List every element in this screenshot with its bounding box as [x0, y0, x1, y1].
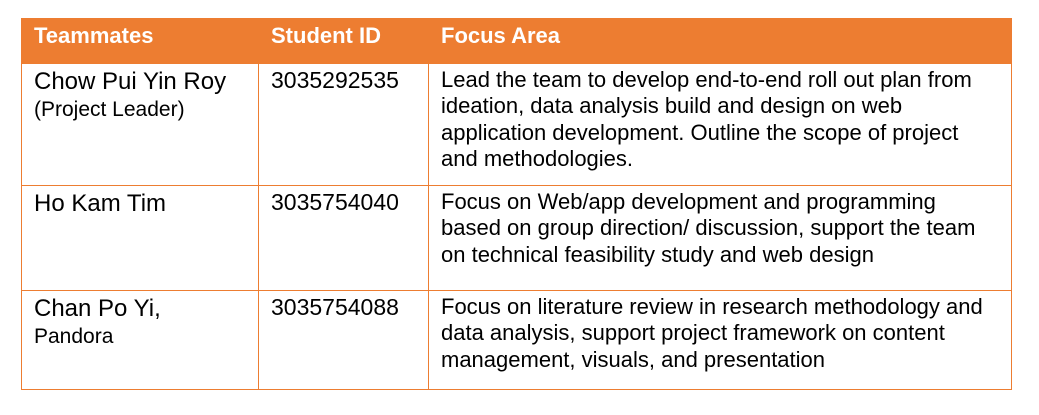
teammate-name-continued: Pandora: [34, 324, 114, 348]
teammate-cell: Chan Po Yi, Pandora: [21, 289, 259, 390]
student-id-cell: 3035754040: [258, 184, 429, 291]
header-focus-area: Focus Area: [428, 18, 1012, 63]
focus-area-cell: Focus on Web/app development and program…: [428, 184, 1012, 291]
teammate-name: Chan Po Yi,: [34, 294, 161, 322]
teammate-role: (Project Leader): [34, 97, 185, 121]
header-student-id: Student ID: [258, 18, 429, 63]
table-row: Ho Kam Tim 3035754040 Focus on Web/app d…: [21, 184, 1012, 291]
student-id-cell: 3035292535: [258, 62, 429, 186]
table-header-row: Teammates Student ID Focus Area: [21, 18, 1012, 63]
table-row: Chow Pui Yin Roy (Project Leader) 303529…: [21, 62, 1012, 186]
header-teammates: Teammates: [21, 18, 259, 63]
table-row: Chan Po Yi, Pandora 3035754088 Focus on …: [21, 289, 1012, 390]
focus-area-cell: Lead the team to develop end-to-end roll…: [428, 62, 1012, 186]
teammate-name: Ho Kam Tim: [34, 189, 167, 217]
teammate-cell: Ho Kam Tim: [21, 184, 259, 291]
team-table: Teammates Student ID Focus Area Chow Pui…: [21, 18, 1012, 390]
focus-area-cell: Focus on literature review in research m…: [428, 289, 1012, 390]
student-id-cell: 3035754088: [258, 289, 429, 390]
teammate-name: Chow Pui Yin Roy: [34, 67, 227, 95]
teammate-cell: Chow Pui Yin Roy (Project Leader): [21, 62, 259, 186]
